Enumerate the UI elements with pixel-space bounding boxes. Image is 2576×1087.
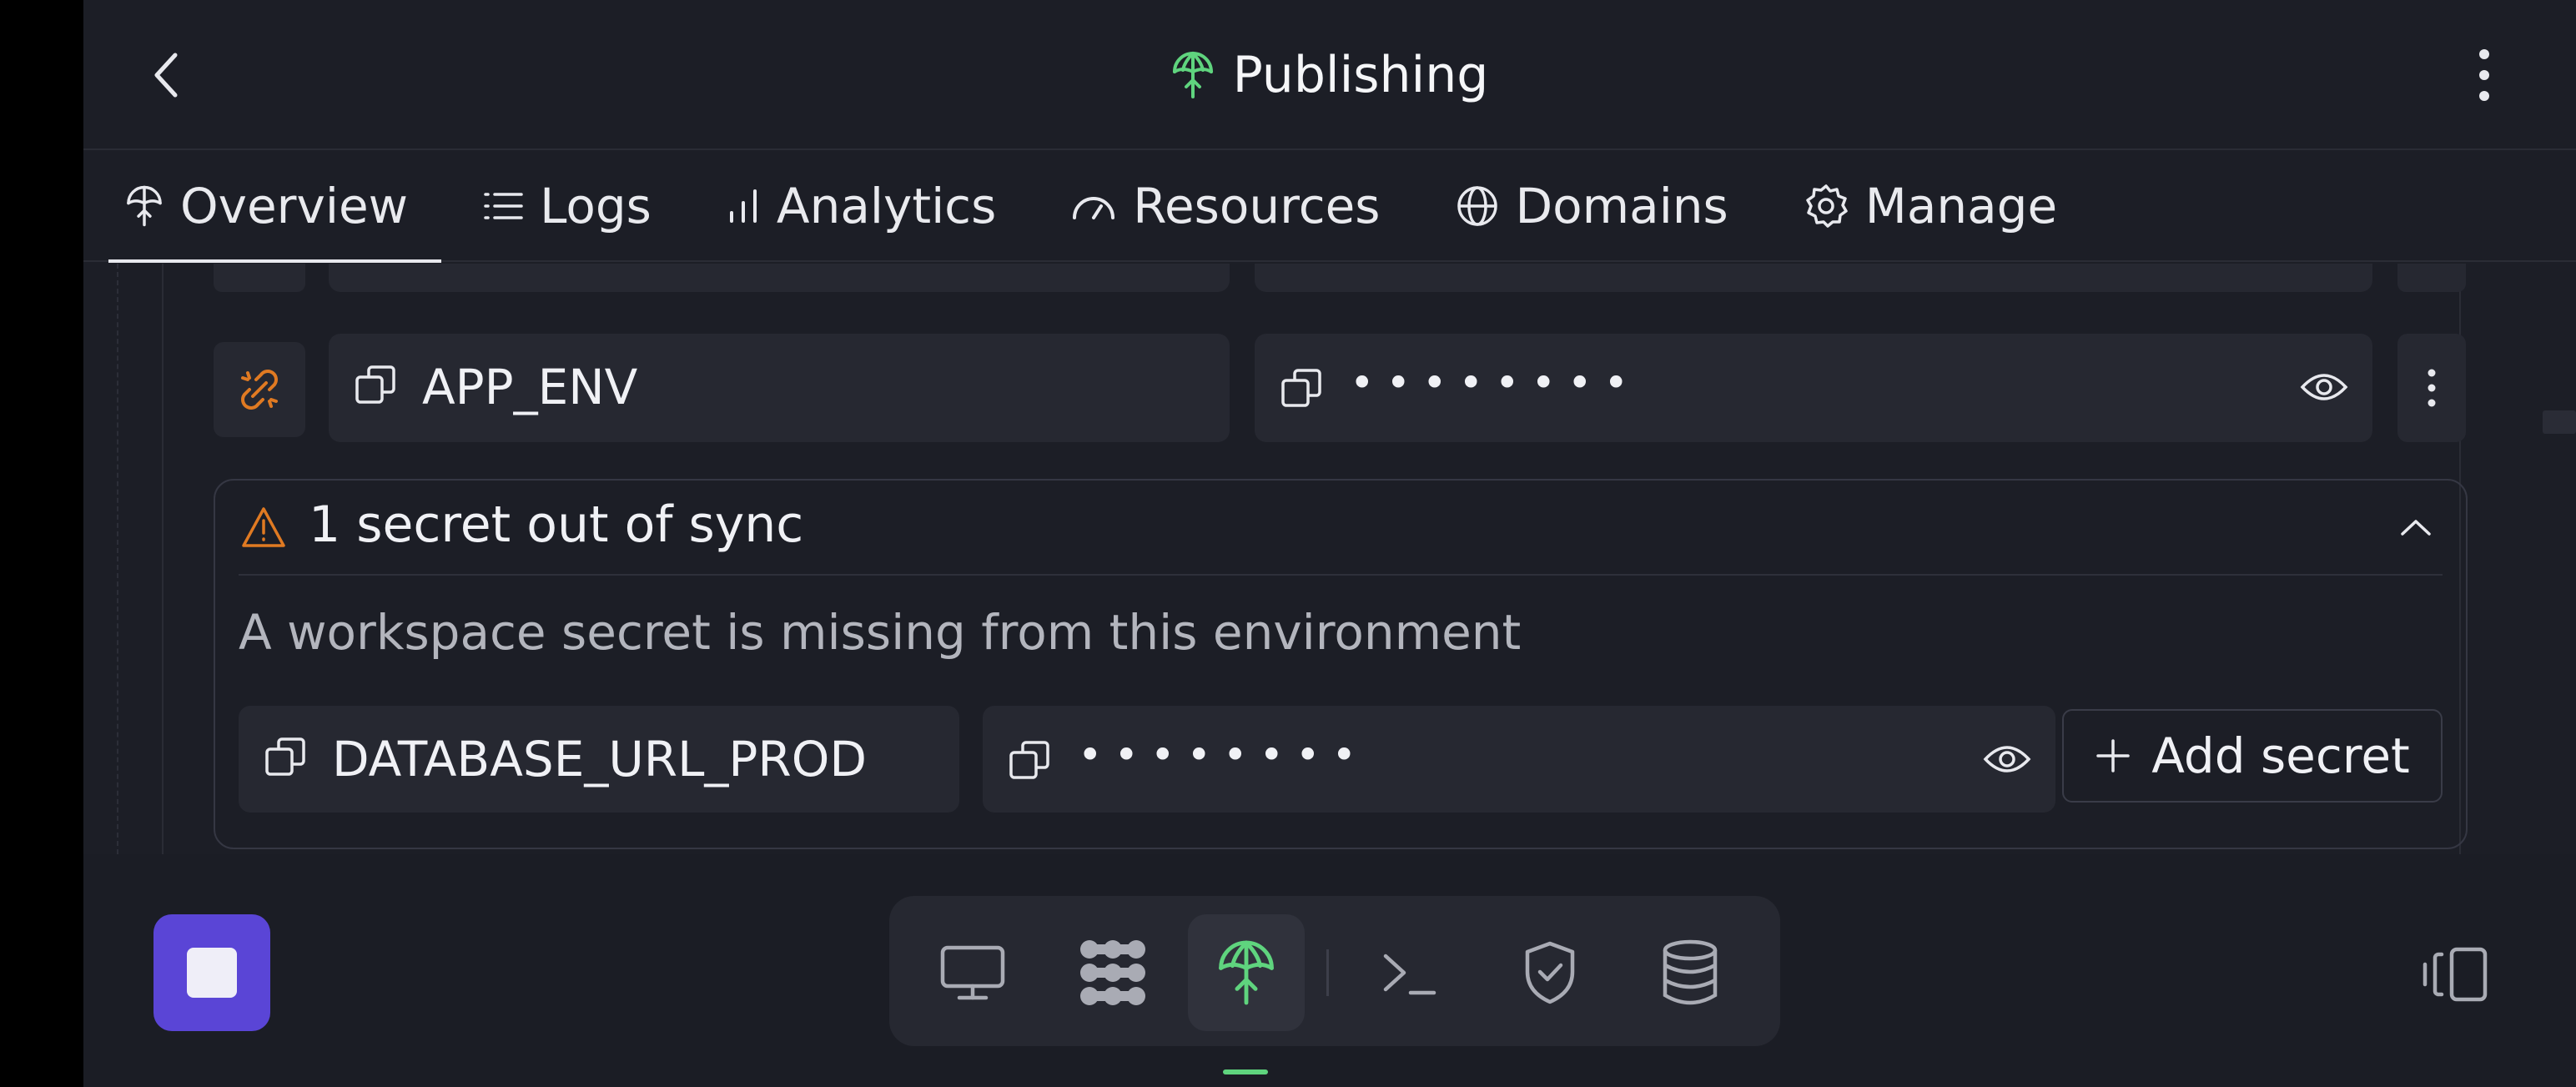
tab-overview[interactable]: Overview [83, 151, 442, 263]
tab-label: Overview [180, 178, 409, 234]
apps-icon [1080, 940, 1145, 1005]
page-title: Publishing [1232, 46, 1489, 104]
warning-icon [242, 507, 285, 547]
eye-icon[interactable] [1982, 741, 2032, 778]
tab-label: Logs [540, 178, 652, 234]
unlink-icon [241, 370, 278, 410]
masked-secret-value: •••••••• [1078, 731, 1368, 779]
publish-icon [1219, 940, 1274, 1005]
copy-icon[interactable] [264, 736, 307, 779]
copy-icon[interactable] [1008, 739, 1051, 783]
dock-terminal-button[interactable] [1351, 914, 1468, 1031]
tab-analytics[interactable]: Analytics [685, 151, 1029, 261]
left-edge-strip [0, 0, 83, 1087]
partial-row-icon-box [214, 264, 305, 292]
divider [239, 574, 2443, 576]
tab-resources[interactable]: Resources [1029, 151, 1413, 261]
tab-label: Resources [1133, 178, 1381, 234]
page-title-group: Publishing [83, 42, 2576, 108]
dock-publishing-button[interactable] [1188, 914, 1305, 1031]
stop-button[interactable] [153, 914, 270, 1031]
database-icon [1663, 939, 1718, 1005]
secret-link-status[interactable] [214, 342, 305, 437]
out-of-sync-description: A workspace secret is missing from this … [239, 604, 1522, 661]
out-of-sync-section: 1 secret out of sync A workspace secret … [214, 479, 2468, 849]
plus-icon [2096, 739, 2130, 772]
toggle-panel-button[interactable] [2418, 941, 2493, 1008]
app-window: Publishing Overview Logs Analytics Resou… [83, 0, 2576, 1087]
tab-manage[interactable]: Manage [1762, 151, 2090, 261]
dock-database-button[interactable] [1632, 914, 1748, 1031]
top-header: Publishing [83, 0, 2576, 150]
more-vertical-icon [2428, 369, 2436, 407]
add-secret-button[interactable]: Add secret [2062, 709, 2443, 803]
active-dock-indicator [1223, 1069, 1268, 1074]
missing-secret-key-field[interactable]: DATABASE_URL_PROD [239, 706, 959, 813]
tab-bar: Overview Logs Analytics Resources Domain… [83, 151, 2576, 263]
tree-guide-line [117, 264, 118, 854]
stop-icon [187, 948, 237, 998]
missing-secret-key-text: DATABASE_URL_PROD [332, 731, 868, 788]
secrets-content: APP_ENV •••••••• 1 secret out of sync A … [83, 264, 2576, 854]
tool-dock [889, 896, 1780, 1046]
copy-icon[interactable] [354, 364, 397, 407]
dock-monitor-button[interactable] [914, 914, 1031, 1031]
globe-icon [1457, 186, 1497, 226]
dock-separator [1326, 949, 1329, 996]
eye-icon[interactable] [2299, 369, 2349, 405]
secret-value-field[interactable]: •••••••• [1255, 334, 2372, 442]
secret-key-text: APP_ENV [422, 359, 638, 415]
tab-label: Manage [1864, 178, 2058, 234]
out-of-sync-title: 1 secret out of sync [309, 496, 804, 554]
tab-label: Domains [1515, 178, 1728, 234]
tab-domains[interactable]: Domains [1414, 151, 1762, 261]
gauge-icon [1073, 197, 1115, 219]
partial-row-menu [2397, 264, 2466, 292]
partial-row-value-field [1255, 264, 2372, 292]
scrollbar-thumb[interactable] [2543, 410, 2576, 434]
partial-row-key-field [329, 264, 1230, 292]
publish-icon [127, 185, 162, 227]
terminal-icon [1383, 954, 1436, 995]
tab-logs[interactable]: Logs [441, 151, 685, 261]
missing-secret-value-field[interactable]: •••••••• [983, 706, 2055, 813]
sidebar-toggle-icon [2423, 947, 2488, 1002]
more-vertical-icon [2479, 49, 2489, 101]
dock-apps-button[interactable] [1054, 914, 1171, 1031]
tab-label: Analytics [776, 178, 997, 234]
out-of-sync-header[interactable]: 1 secret out of sync [215, 481, 2466, 576]
add-secret-label: Add secret [2151, 727, 2410, 784]
bar-chart-icon [729, 189, 757, 223]
shield-check-icon [1525, 941, 1575, 1004]
masked-secret-value: •••••••• [1350, 359, 1640, 407]
secret-key-field[interactable]: APP_ENV [329, 334, 1230, 442]
bottom-bar [83, 854, 2576, 1087]
secret-row-menu-button[interactable] [2397, 334, 2466, 442]
publish-icon [1172, 52, 1213, 98]
more-options-button[interactable] [2459, 42, 2509, 108]
monitor-icon [940, 945, 1005, 1000]
chevron-up-icon[interactable] [2399, 517, 2433, 537]
copy-icon[interactable] [1280, 367, 1323, 410]
dock-security-button[interactable] [1492, 914, 1608, 1031]
gear-icon [1806, 184, 1848, 228]
list-icon [484, 193, 523, 219]
